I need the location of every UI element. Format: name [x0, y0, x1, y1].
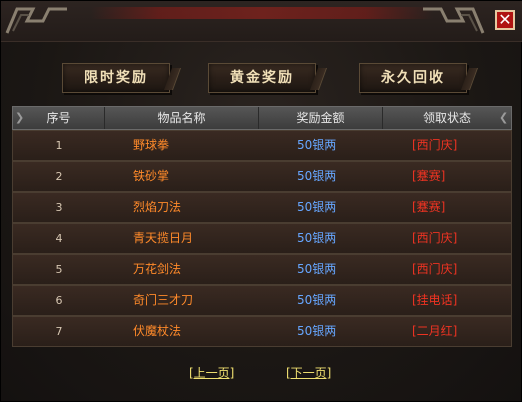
next-page-link[interactable]: [下一页] [286, 364, 331, 382]
corner-ornament-right-icon [423, 7, 485, 34]
reward-amount: 50银两 [297, 138, 337, 152]
reward-amount: 50银两 [297, 324, 337, 338]
reward-table: ❯ 序号 物品名称 奖励金额 领取状态 ❮ 1 野球拳 50银两 [西门庆] 2 铁砂掌 5… [12, 106, 512, 347]
claim-status[interactable]: [二月红] [412, 317, 512, 346]
row-number: 7 [55, 325, 63, 338]
item-name: 奇门三才刀 [133, 293, 194, 307]
table-row: 6 奇门三才刀 50银两 [挂电话] [12, 285, 512, 316]
table-header: ❯ 序号 物品名称 奖励金额 领取状态 ❮ [12, 106, 512, 130]
claim-status[interactable]: [蹇赛] [412, 162, 512, 191]
claim-status[interactable]: [西门庆] [412, 255, 512, 284]
table-row: 1 野球拳 50银两 [西门庆] [12, 130, 512, 161]
item-name: 野球拳 [133, 138, 170, 152]
table-body: 1 野球拳 50银两 [西门庆] 2 铁砂掌 50银两 [蹇赛] 3 烈焰刀法 50银两 [蹇赛] 4 青… [12, 130, 512, 347]
reward-amount: 50银两 [297, 293, 337, 307]
item-name: 烈焰刀法 [133, 200, 182, 214]
tab-gold-reward[interactable]: 黄金奖励 [208, 63, 316, 93]
row-number: 6 [55, 294, 63, 307]
table-row: 7 伏魔杖法 50银两 [二月红] [12, 316, 512, 347]
claim-status[interactable]: [西门庆] [412, 131, 512, 160]
row-number: 5 [55, 263, 63, 276]
item-name: 伏魔杖法 [133, 324, 182, 338]
row-number: 2 [55, 170, 63, 183]
reward-amount: 50银两 [297, 169, 337, 183]
item-name: 青天揽日月 [133, 231, 194, 245]
claim-status[interactable]: [挂电话] [412, 286, 512, 315]
close-button[interactable]: ✕ [495, 10, 515, 30]
reward-amount: 50银两 [297, 231, 337, 245]
column-header-no: 序号 [13, 107, 105, 129]
scroll-right-icon[interactable]: ❮ [499, 111, 509, 125]
tab-bar: 限时奖励 黄金奖励 永久回收 [1, 63, 522, 93]
title-ornament [91, 7, 433, 19]
claim-status[interactable]: [蹇赛] [412, 193, 512, 222]
reward-amount: 50银两 [297, 262, 337, 276]
column-header-reward: 奖励金额 [259, 107, 383, 129]
reward-amount: 50银两 [297, 200, 337, 214]
table-row: 5 万花剑法 50银两 [西门庆] [12, 254, 512, 285]
corner-ornament-left-icon [5, 7, 67, 34]
prev-page-link[interactable]: [上一页] [189, 364, 234, 382]
column-header-status: 领取状态 [422, 111, 471, 125]
row-number: 1 [55, 139, 63, 152]
table-row: 2 铁砂掌 50银两 [蹇赛] [12, 161, 512, 192]
table-row: 4 青天揽日月 50银两 [西门庆] [12, 223, 512, 254]
tab-permanent-recycle[interactable]: 永久回收 [359, 63, 467, 93]
reward-panel: ✕ 限时奖励 黄金奖励 永久回收 ❯ 序号 物品名称 奖励金额 领取状态 ❮ 1… [0, 0, 522, 402]
item-name: 铁砂掌 [133, 169, 170, 183]
tab-limited-reward[interactable]: 限时奖励 [62, 63, 170, 93]
claim-status[interactable]: [西门庆] [412, 224, 512, 253]
item-name: 万花剑法 [133, 262, 182, 276]
row-number: 3 [55, 201, 63, 214]
column-header-item: 物品名称 [105, 107, 259, 129]
title-bar: ✕ [1, 1, 522, 42]
row-number: 4 [55, 232, 63, 245]
table-row: 3 烈焰刀法 50银两 [蹇赛] [12, 192, 512, 223]
